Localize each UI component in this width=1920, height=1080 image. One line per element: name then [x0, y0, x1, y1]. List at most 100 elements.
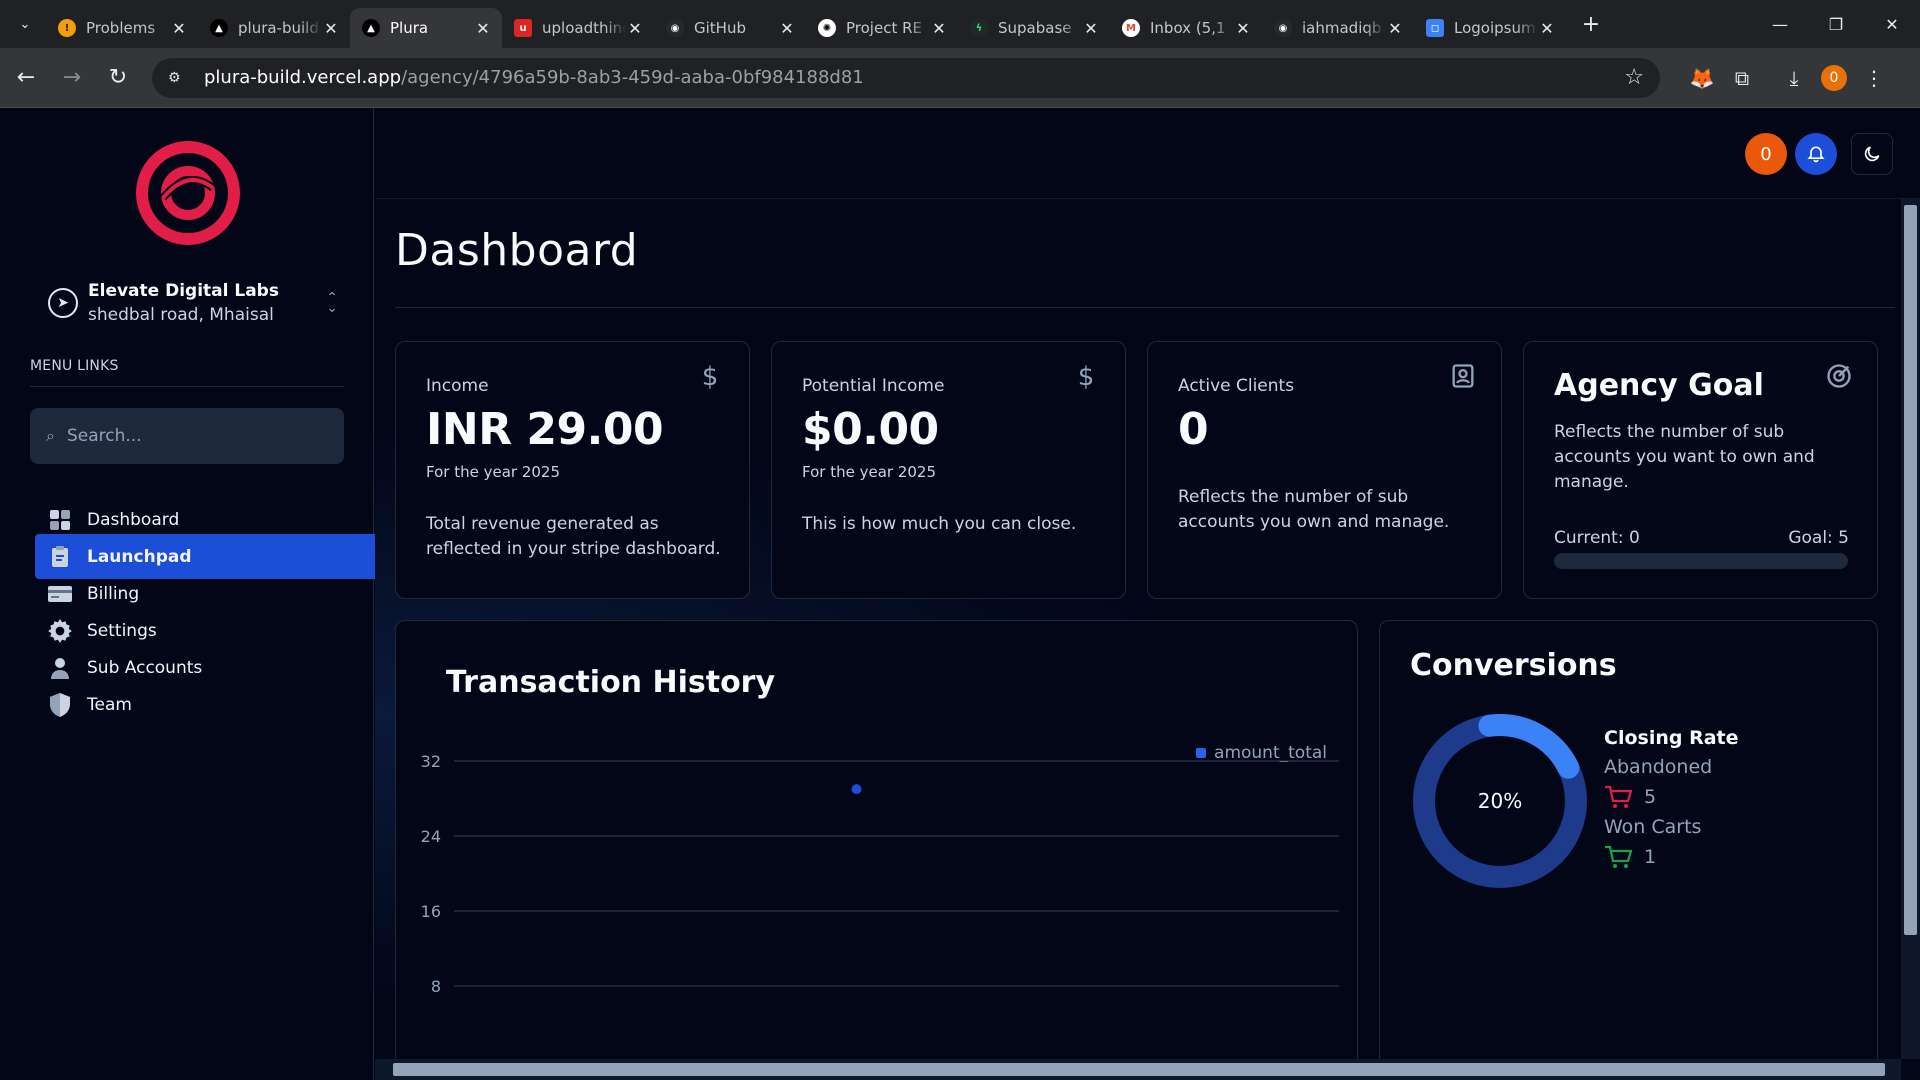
- person-icon: [47, 655, 73, 681]
- download-icon[interactable]: ⤓: [1774, 58, 1814, 98]
- notifications-button[interactable]: [1795, 133, 1837, 175]
- potential-income-period: For the year 2025: [802, 463, 936, 481]
- tab-label: Problems: [86, 19, 156, 37]
- credit-card-icon: [47, 581, 73, 607]
- browser-tab[interactable]: ▲ plura-build ✕: [198, 8, 350, 48]
- close-tab-icon[interactable]: ✕: [170, 19, 188, 38]
- moon-icon: [1864, 146, 1880, 162]
- profile-button[interactable]: 0: [1814, 58, 1854, 98]
- y-tick-label: 8: [431, 977, 441, 996]
- sidebar-item-label: Launchpad: [87, 546, 192, 567]
- search-input[interactable]: [66, 426, 317, 446]
- url-host: plura-build.vercel.app: [204, 67, 402, 88]
- transaction-history-card: Transaction History amount_total 32 24 16 8: [395, 620, 1358, 1059]
- browser-tab[interactable]: ◉ iahmadiqb ✕: [1262, 8, 1414, 48]
- new-tab-button[interactable]: +: [1576, 9, 1606, 39]
- income-value: INR 29.00: [426, 404, 664, 455]
- restore-icon[interactable]: ❐: [1808, 0, 1864, 48]
- vertical-scrollbar[interactable]: [1901, 199, 1920, 1059]
- omnibox[interactable]: ⚙ plura-build.vercel.app /agency/4796a59…: [152, 57, 1660, 98]
- scroll-thumb[interactable]: [1904, 205, 1917, 935]
- close-window-icon[interactable]: ✕: [1864, 0, 1920, 48]
- vercel-icon: ▲: [210, 19, 228, 37]
- y-tick-label: 32: [421, 752, 441, 771]
- browser-menu-icon[interactable]: ⋮: [1854, 58, 1894, 98]
- abandoned-count-row: 5: [1604, 784, 1656, 810]
- user-avatar-button[interactable]: 0: [1745, 133, 1787, 175]
- site-settings-icon[interactable]: ⚙: [168, 70, 190, 86]
- close-tab-icon[interactable]: ✕: [778, 19, 796, 38]
- close-tab-icon[interactable]: ✕: [1538, 19, 1556, 38]
- close-tab-icon[interactable]: ✕: [1386, 19, 1404, 38]
- close-tab-icon[interactable]: ✕: [1082, 19, 1100, 38]
- minimize-icon[interactable]: —: [1752, 0, 1808, 48]
- gear-icon: [47, 618, 73, 644]
- sidebar-item-team[interactable]: Team: [35, 682, 375, 727]
- goal-current: Current: 0: [1554, 528, 1640, 548]
- browser-tab[interactable]: ◉ GitHub ✕: [654, 8, 806, 48]
- horizontal-scrollbar[interactable]: [375, 1059, 1901, 1080]
- forward-icon[interactable]: →: [52, 58, 92, 98]
- transaction-chart: 32 24 16 8: [421, 752, 1339, 996]
- sidebar-item-label: Settings: [87, 620, 157, 641]
- browser-tab[interactable]: ϟ Supabase ✕: [958, 8, 1110, 48]
- browser-tab[interactable]: ✺ Project RE ✕: [806, 8, 958, 48]
- active-clients-description: Reflects the number of sub accounts you …: [1178, 487, 1450, 532]
- goal-target-icon: [1827, 364, 1851, 388]
- sidebar-search[interactable]: ⌕: [30, 408, 344, 464]
- supabase-icon: ϟ: [970, 19, 988, 37]
- extensions-puzzle-icon[interactable]: ⧉: [1722, 58, 1762, 98]
- shield-icon: [47, 692, 73, 718]
- tab-label: GitHub: [694, 19, 746, 37]
- logoipsum-icon: ◻: [1426, 19, 1444, 37]
- close-tab-icon[interactable]: ✕: [626, 19, 644, 38]
- scroll-thumb[interactable]: [393, 1063, 1885, 1076]
- close-tab-icon[interactable]: ✕: [474, 19, 492, 38]
- goal-target: Goal: 5: [1788, 528, 1849, 548]
- close-tab-icon[interactable]: ✕: [930, 19, 948, 38]
- conversions-card: Conversions 20% Closing Rate Abandoned 5…: [1379, 620, 1878, 1059]
- browser-tab[interactable]: ▲ Plura ✕: [350, 8, 502, 48]
- close-tab-icon[interactable]: ✕: [322, 19, 340, 38]
- bookmark-star-icon[interactable]: ☆: [1624, 65, 1644, 90]
- browser-tab[interactable]: M Inbox (5,1 ✕: [1110, 8, 1262, 48]
- won-carts-label: Won Carts: [1604, 816, 1702, 838]
- org-switcher[interactable]: ➤ Elevate Digital Labs shedbal road, Mha…: [48, 273, 338, 333]
- active-clients-label: Active Clients: [1178, 376, 1295, 396]
- tab-search-chevron-icon[interactable]: ⌄: [10, 9, 40, 39]
- income-description: Total revenue generated as reflected in …: [426, 514, 721, 559]
- potential-income-value: $0.00: [802, 404, 939, 455]
- plura-logo: [136, 141, 240, 245]
- goal-progress-bar: [1554, 553, 1848, 569]
- theme-toggle-button[interactable]: [1851, 133, 1893, 175]
- close-tab-icon[interactable]: ✕: [1234, 19, 1252, 38]
- data-point[interactable]: [851, 784, 862, 795]
- browser-tab[interactable]: ! Problems ✕: [46, 8, 198, 48]
- sidebar-item-label: Billing: [87, 583, 140, 604]
- address-bar-row: ← → ↻ ⚙ plura-build.vercel.app /agency/4…: [0, 48, 1920, 108]
- dollar-icon: $: [1077, 362, 1095, 392]
- url-path: /agency/4796a59b-8ab3-459d-aaba-0bf98418…: [401, 67, 864, 88]
- reload-icon[interactable]: ↻: [98, 58, 138, 98]
- user-initial: 0: [1760, 143, 1772, 165]
- browser-tab[interactable]: u uploadthing ✕: [502, 8, 654, 48]
- active-clients-value: 0: [1178, 404, 1209, 455]
- gmail-icon: M: [1122, 19, 1140, 37]
- org-name: Elevate Digital Labs: [88, 281, 279, 301]
- metamask-icon[interactable]: 🦊: [1682, 58, 1722, 98]
- abandoned-label: Abandoned: [1604, 756, 1713, 778]
- browser-tab[interactable]: ◻ Logoipsum ✕: [1414, 8, 1566, 48]
- chevron-up-down-icon: ⌃ ⌄: [326, 290, 338, 316]
- tab-label: Supabase: [998, 19, 1072, 37]
- tab-label: Inbox (5,1: [1150, 19, 1226, 37]
- tab-label: Logoipsum: [1454, 19, 1536, 37]
- contact-icon: [1452, 364, 1474, 388]
- cart-icon: [1605, 785, 1632, 808]
- menu-divider: [30, 386, 344, 387]
- bell-icon: [1807, 146, 1825, 163]
- tab-label: Project RE: [846, 19, 922, 37]
- profile-avatar: 0: [1821, 64, 1847, 91]
- back-icon[interactable]: ←: [6, 58, 46, 98]
- tab-strip: ! Problems ✕ ▲ plura-build ✕ ▲ Plura ✕ u uploadthi…: [46, 0, 1566, 48]
- active-clients-card: Active Clients 0 Reflects the number of …: [1147, 341, 1502, 599]
